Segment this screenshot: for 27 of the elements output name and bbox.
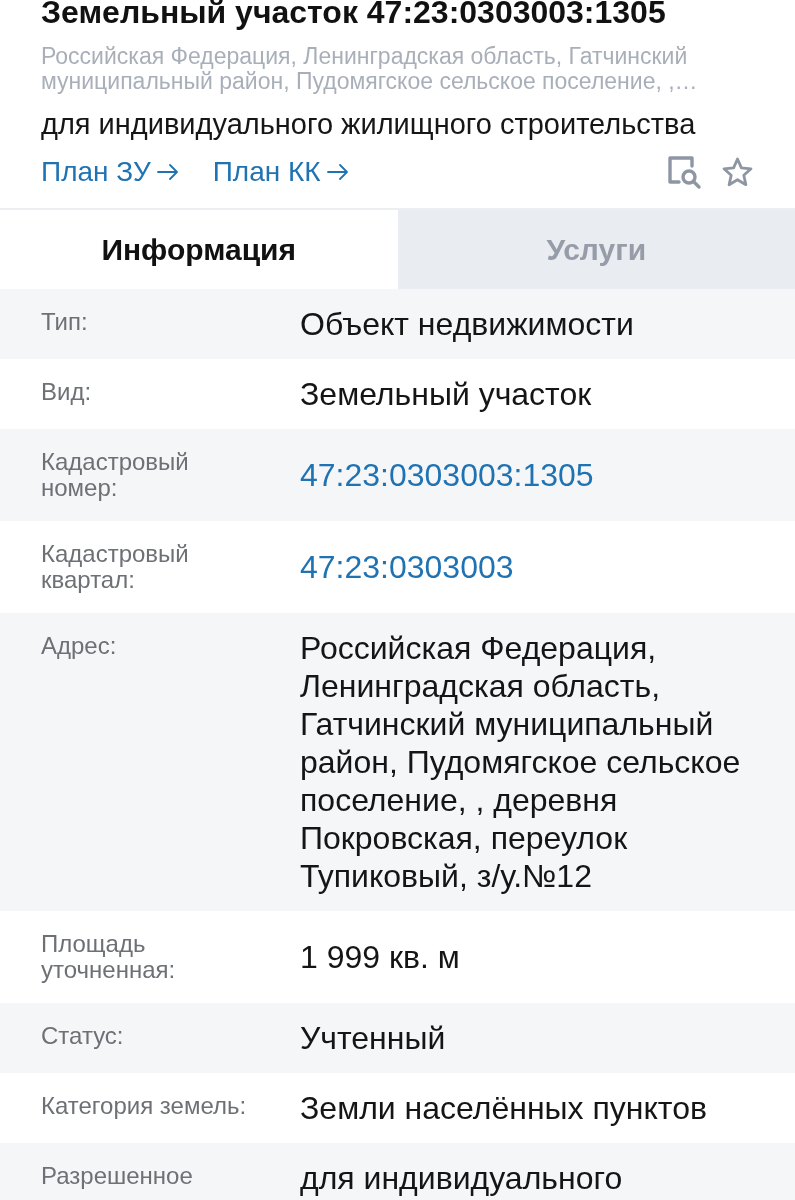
field-value: Земельный участок [300,375,592,413]
document-search-icon[interactable] [667,154,702,190]
arrow-icon [156,164,179,180]
value-link[interactable]: 47:23:0303003:1305 [300,456,594,494]
field-label: Кадастровый квартал: [41,539,190,595]
land-use-purpose: для индивидуального жилищного строительства [41,107,697,141]
plan-link[interactable]: План ЗУ [41,156,179,188]
address-summary: Российская Федерация, Ленинградская область, Гатчинский муниципальный район, Пудомягское сельское поселение, ,… [41,44,699,94]
field-label: Площадь уточненная: [41,929,177,985]
field-label: Разрешенное [41,1161,194,1191]
field-label: Кадастровый номер: [41,447,190,503]
field-label: Тип: [41,307,89,337]
field-value: Земли населённых пунктов [300,1089,707,1127]
value-link[interactable]: 47:23:0303003 [300,548,514,586]
field-value: для индивидуального [300,1159,623,1197]
field-label: Статус: [41,1021,125,1051]
field-label: Вид: [41,377,93,407]
field-value: 1 999 кв. м [300,938,460,976]
field-value: Учтенный [300,1019,446,1057]
arrow-icon [326,164,349,180]
field-value: Объект недвижимости [300,305,634,343]
page-title: Земельный участок 47:23:0303003:1305 [41,0,667,30]
plan-link[interactable]: План КК [212,156,349,188]
field-label: Адрес: [41,631,118,661]
field-label: Категория земель: [41,1091,248,1121]
star-icon[interactable] [722,156,753,188]
field-value: Российская Федерация, Ленинградская область, Гатчинский муниципальный район, Пудомягское сельское поселение, , деревня Покровская, переулок Тупиковый, з/у.№12 [300,629,742,895]
